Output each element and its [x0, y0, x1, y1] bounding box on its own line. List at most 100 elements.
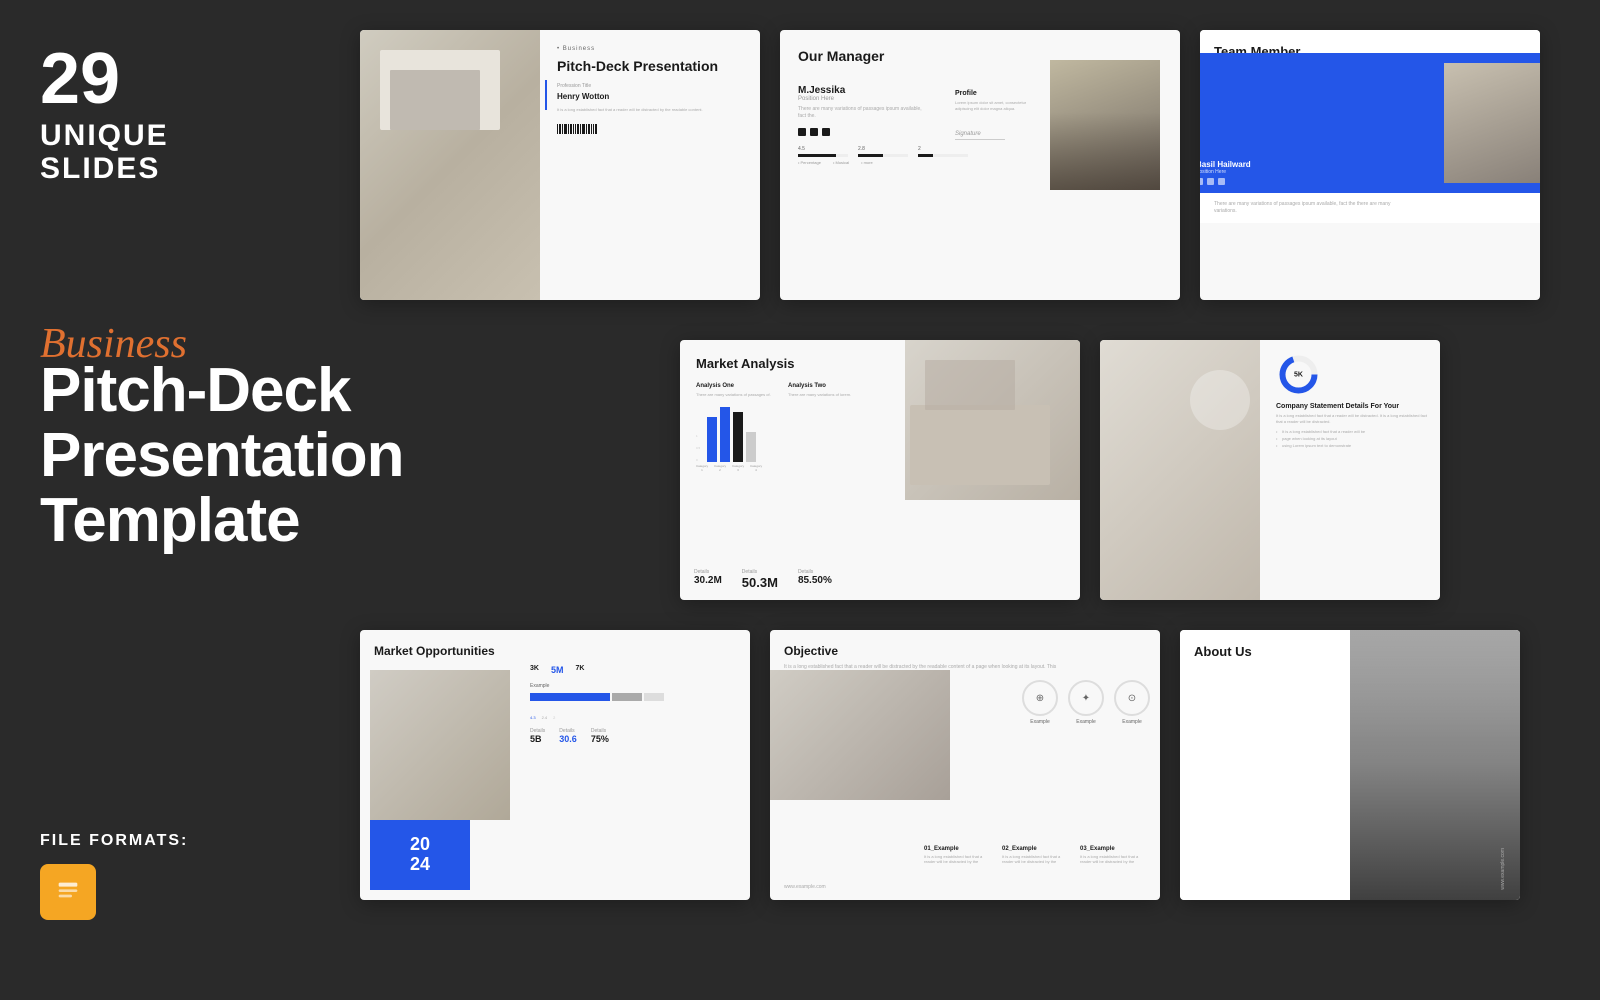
bullet-1: It is a long established fact that a rea… — [1276, 429, 1432, 434]
slides-number: 29 — [40, 40, 320, 119]
opp-stat-2: Details 30.6 — [559, 728, 577, 744]
bar-val-1: 4.3 — [530, 715, 536, 720]
donut-chart: 5K — [1276, 352, 1321, 397]
slide-market-analysis[interactable]: Market Analysis Analysis One There are m… — [680, 340, 1080, 600]
opp-progress-bar — [530, 693, 740, 701]
slide-manager[interactable]: Our Manager M.Jessika Position Here Ther… — [780, 30, 1180, 300]
objective-icons-row: ⊕ Example ✦ Example ⊙ Example — [1022, 680, 1150, 725]
bullet-3: using Lorem ipsum text to demonstrate — [1276, 443, 1432, 448]
icon-label-3: Example — [1122, 719, 1141, 725]
manager-bar-labels: • Percentage • Musical • more — [798, 160, 968, 165]
opp-num-2: 5M — [551, 665, 564, 675]
slide-pitch-deck[interactable]: • Business Pitch-Deck Presentation Profe… — [360, 30, 760, 300]
manager-profile-section: Profile Lorem ipsum dolor sit amet, cons… — [955, 90, 1035, 140]
bar-more: 2 — [918, 146, 968, 157]
market-content: Market Analysis Analysis One There are m… — [680, 340, 1080, 600]
year-box: 2024 — [370, 820, 470, 890]
team-desc: There are many variations of passages ip… — [1214, 201, 1394, 215]
objective-examples: 01_Example It is a long established fact… — [924, 846, 1150, 865]
icon-label-2: Example — [1076, 719, 1095, 725]
bar-val-3: 2 — [553, 715, 555, 720]
opp-example-label: Example — [530, 683, 740, 689]
donut-label: 5K — [1294, 371, 1303, 378]
signature: Signature — [955, 131, 1035, 137]
bullet-2: page when looking at its layout — [1276, 436, 1432, 441]
manager-photo — [1050, 60, 1160, 190]
chart-bar-4 — [746, 432, 756, 462]
circle-icon-2: ✦ — [1068, 680, 1104, 716]
google-slides-icon — [40, 864, 96, 920]
pitch-person-name: Henry Wotton — [557, 92, 748, 101]
company-statement-title: Company Statement Details For Your — [1276, 403, 1432, 410]
company-desc: It is a long established fact that a rea… — [1276, 413, 1432, 425]
stat-3: Details 85.50% — [798, 569, 832, 590]
opp-num-1: 3K — [530, 665, 539, 675]
manager-content: Our Manager M.Jessika Position Here Ther… — [780, 30, 1180, 300]
opp-stats-row: Details 5B Details 30.6 Details 75% — [530, 728, 740, 744]
chart-labels: Category 1 Category 2 Category 3 Categor… — [696, 464, 776, 472]
about-photo — [1350, 630, 1520, 900]
title-line1: Pitch-Deck — [40, 356, 350, 425]
icon-item-1: ⊕ Example — [1022, 680, 1058, 725]
objective-bottom-title: Objective — [784, 644, 1146, 658]
team-member-name: Basil Hailward — [1200, 160, 1251, 169]
example-col-1: 01_Example It is a long established fact… — [924, 846, 994, 865]
team-footer: There are many variations of passages ip… — [1200, 193, 1540, 223]
team-gplus-icon — [1218, 178, 1225, 185]
signature-line — [955, 139, 1005, 140]
pitch-right-content: • Business Pitch-Deck Presentation Profe… — [545, 30, 760, 300]
circle-icon-3: ⊙ — [1114, 680, 1150, 716]
team-member-role: Position Here — [1200, 169, 1251, 175]
slide-about-us[interactable]: About Us www.example.com — [1180, 630, 1520, 900]
team-blue-background: Basil Hailward Position Here — [1200, 53, 1540, 193]
slide-objective-bottom[interactable]: Objective It is a long established fact … — [770, 630, 1160, 900]
file-formats-label: FILE FORMATS: — [40, 832, 188, 850]
objective-bullets: It is a long established fact that a rea… — [1276, 429, 1432, 448]
icon-label-1: Example — [1030, 719, 1049, 725]
manager-role: Position Here — [798, 96, 968, 102]
example-col-2: 02_Example It is a long established fact… — [1002, 846, 1072, 865]
market-stats: Details 30.2M Details 50.3M Details 85.5… — [694, 569, 832, 590]
slides-area: • Business Pitch-Deck Presentation Profe… — [360, 30, 1600, 970]
slide-opportunities[interactable]: Market Opportunities 2024 3K 5M 7K Examp… — [360, 630, 750, 900]
manager-desc: There are many variations of passages ip… — [798, 106, 928, 120]
left-panel: 29 UNIQUESLIDES — [40, 40, 320, 185]
market-photo — [905, 340, 1080, 500]
slide-team[interactable]: Team Member Basil Hailward Position Here… — [1200, 30, 1540, 300]
pitch-barcode — [557, 124, 748, 134]
twitter-icon — [798, 128, 806, 136]
slide-objective-right[interactable]: Objective 5K Company Statement Details F… — [1100, 340, 1440, 600]
opp-num-3: 7K — [575, 665, 584, 675]
objective-photo — [1100, 340, 1260, 600]
title-area: Business Pitch-Deck Presentation Templat… — [40, 320, 380, 553]
bar-musical: 2.8 — [858, 146, 908, 157]
search-icon: ⊙ — [1128, 693, 1136, 704]
team-member-info: Basil Hailward Position Here — [1200, 160, 1251, 185]
pitch-title: Pitch-Deck Presentation — [557, 58, 748, 75]
opp-bar-values: 4.3 2.4 2 — [530, 715, 740, 720]
team-twitter-icon — [1200, 178, 1203, 185]
chart-bar-2 — [720, 407, 730, 462]
bar-val-2: 2.4 — [542, 715, 548, 720]
file-formats: FILE FORMATS: — [40, 832, 188, 920]
opportunities-content: Market Opportunities 2024 3K 5M 7K Examp… — [360, 630, 750, 900]
about-website: www.example.com — [1500, 848, 1506, 890]
profile-title: Profile — [955, 90, 1035, 97]
objective-content: Objective 5K Company Statement Details F… — [1100, 340, 1440, 600]
title-main: Pitch-Deck Presentation Template — [40, 358, 380, 553]
objective-bottom-content: Objective It is a long established fact … — [770, 630, 1160, 900]
opportunities-metrics: 3K 5M 7K Example 4.3 2.4 2 Detai — [530, 665, 740, 744]
unique-slides-block: 29 UNIQUESLIDES — [40, 40, 320, 185]
magnify-icon: ⊕ — [1036, 693, 1044, 704]
opportunities-photo — [370, 670, 510, 820]
slides-label: UNIQUESLIDES — [40, 119, 320, 185]
pitch-background-image — [360, 30, 540, 300]
opp-bar-blue — [530, 693, 610, 701]
opp-stat-1: Details 5B — [530, 728, 545, 744]
market-chart-1: 1 0.5 0 — [696, 402, 776, 462]
opp-bar-light — [644, 693, 664, 701]
bar-label-3: • more — [861, 160, 873, 165]
manager-social — [798, 128, 968, 136]
year-label: 2024 — [410, 835, 430, 875]
stat-2: Details 50.3M — [742, 569, 778, 590]
